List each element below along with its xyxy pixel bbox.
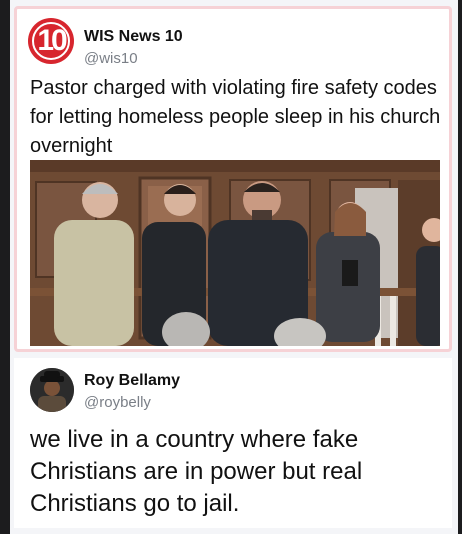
original-handle[interactable]: @wis10 [84, 50, 138, 67]
courtroom-photo-illustration [30, 160, 440, 346]
news-photo[interactable] [30, 160, 440, 346]
original-tweet[interactable]: 10 WIS News 10 @wis10 Pastor charged wit… [22, 12, 446, 346]
original-display-name[interactable]: WIS News 10 [84, 28, 183, 46]
roy-bellamy-avatar[interactable] [30, 368, 74, 412]
wis-news-avatar[interactable]: 10 [28, 18, 74, 64]
reply-tweet-text: we live in a country where fake Christia… [30, 426, 363, 517]
reply-tweet[interactable]: Roy Bellamy @roybelly we live in a count… [14, 358, 452, 528]
original-tweet-text: Pastor charged with violating fire safet… [30, 77, 441, 157]
reply-display-name[interactable]: Roy Bellamy [84, 372, 180, 390]
avatar-ring [32, 22, 70, 60]
person-avatar-icon [30, 368, 74, 412]
reply-handle[interactable]: @roybelly [84, 394, 151, 411]
